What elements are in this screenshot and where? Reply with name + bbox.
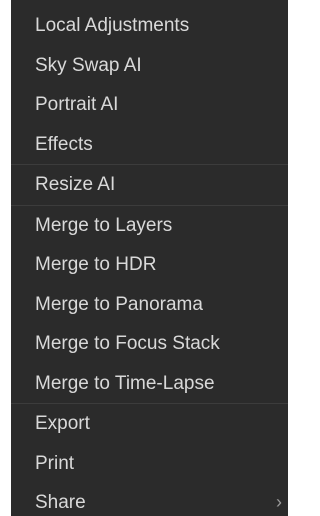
menu-item-portrait-ai[interactable]: Portrait AI [11, 85, 288, 125]
menu-item-merge-to-hdr[interactable]: Merge to HDR [11, 245, 288, 285]
menu-item-merge-to-panorama[interactable]: Merge to Panorama [11, 285, 288, 325]
menu-item-resize-ai[interactable]: Resize AI [11, 165, 288, 205]
menu-item-sky-swap-ai[interactable]: Sky Swap AI [11, 46, 288, 86]
menu-item-effects[interactable]: Effects [11, 125, 288, 165]
menu-item-merge-to-layers[interactable]: Merge to Layers [11, 206, 288, 246]
menu-group-merge: Merge to Layers Merge to HDR Merge to Pa… [11, 206, 288, 404]
menu-item-share-label: Share [35, 492, 86, 513]
chevron-right-icon: › [276, 492, 282, 512]
context-menu: Local Adjustments Sky Swap AI Portrait A… [11, 0, 288, 516]
menu-group-resize: Resize AI [11, 165, 288, 205]
menu-item-print[interactable]: Print [11, 444, 288, 484]
menu-item-merge-to-time-lapse[interactable]: Merge to Time-Lapse [11, 364, 288, 404]
menu-item-export[interactable]: Export [11, 404, 288, 444]
menu-item-share[interactable]: Share › [11, 483, 288, 516]
menu-item-local-adjustments[interactable]: Local Adjustments [11, 6, 288, 46]
menu-item-merge-to-focus-stack[interactable]: Merge to Focus Stack [11, 324, 288, 364]
menu-group-output: Export Print Share › [11, 404, 288, 516]
menu-group-adjustments: Local Adjustments Sky Swap AI Portrait A… [11, 0, 288, 164]
